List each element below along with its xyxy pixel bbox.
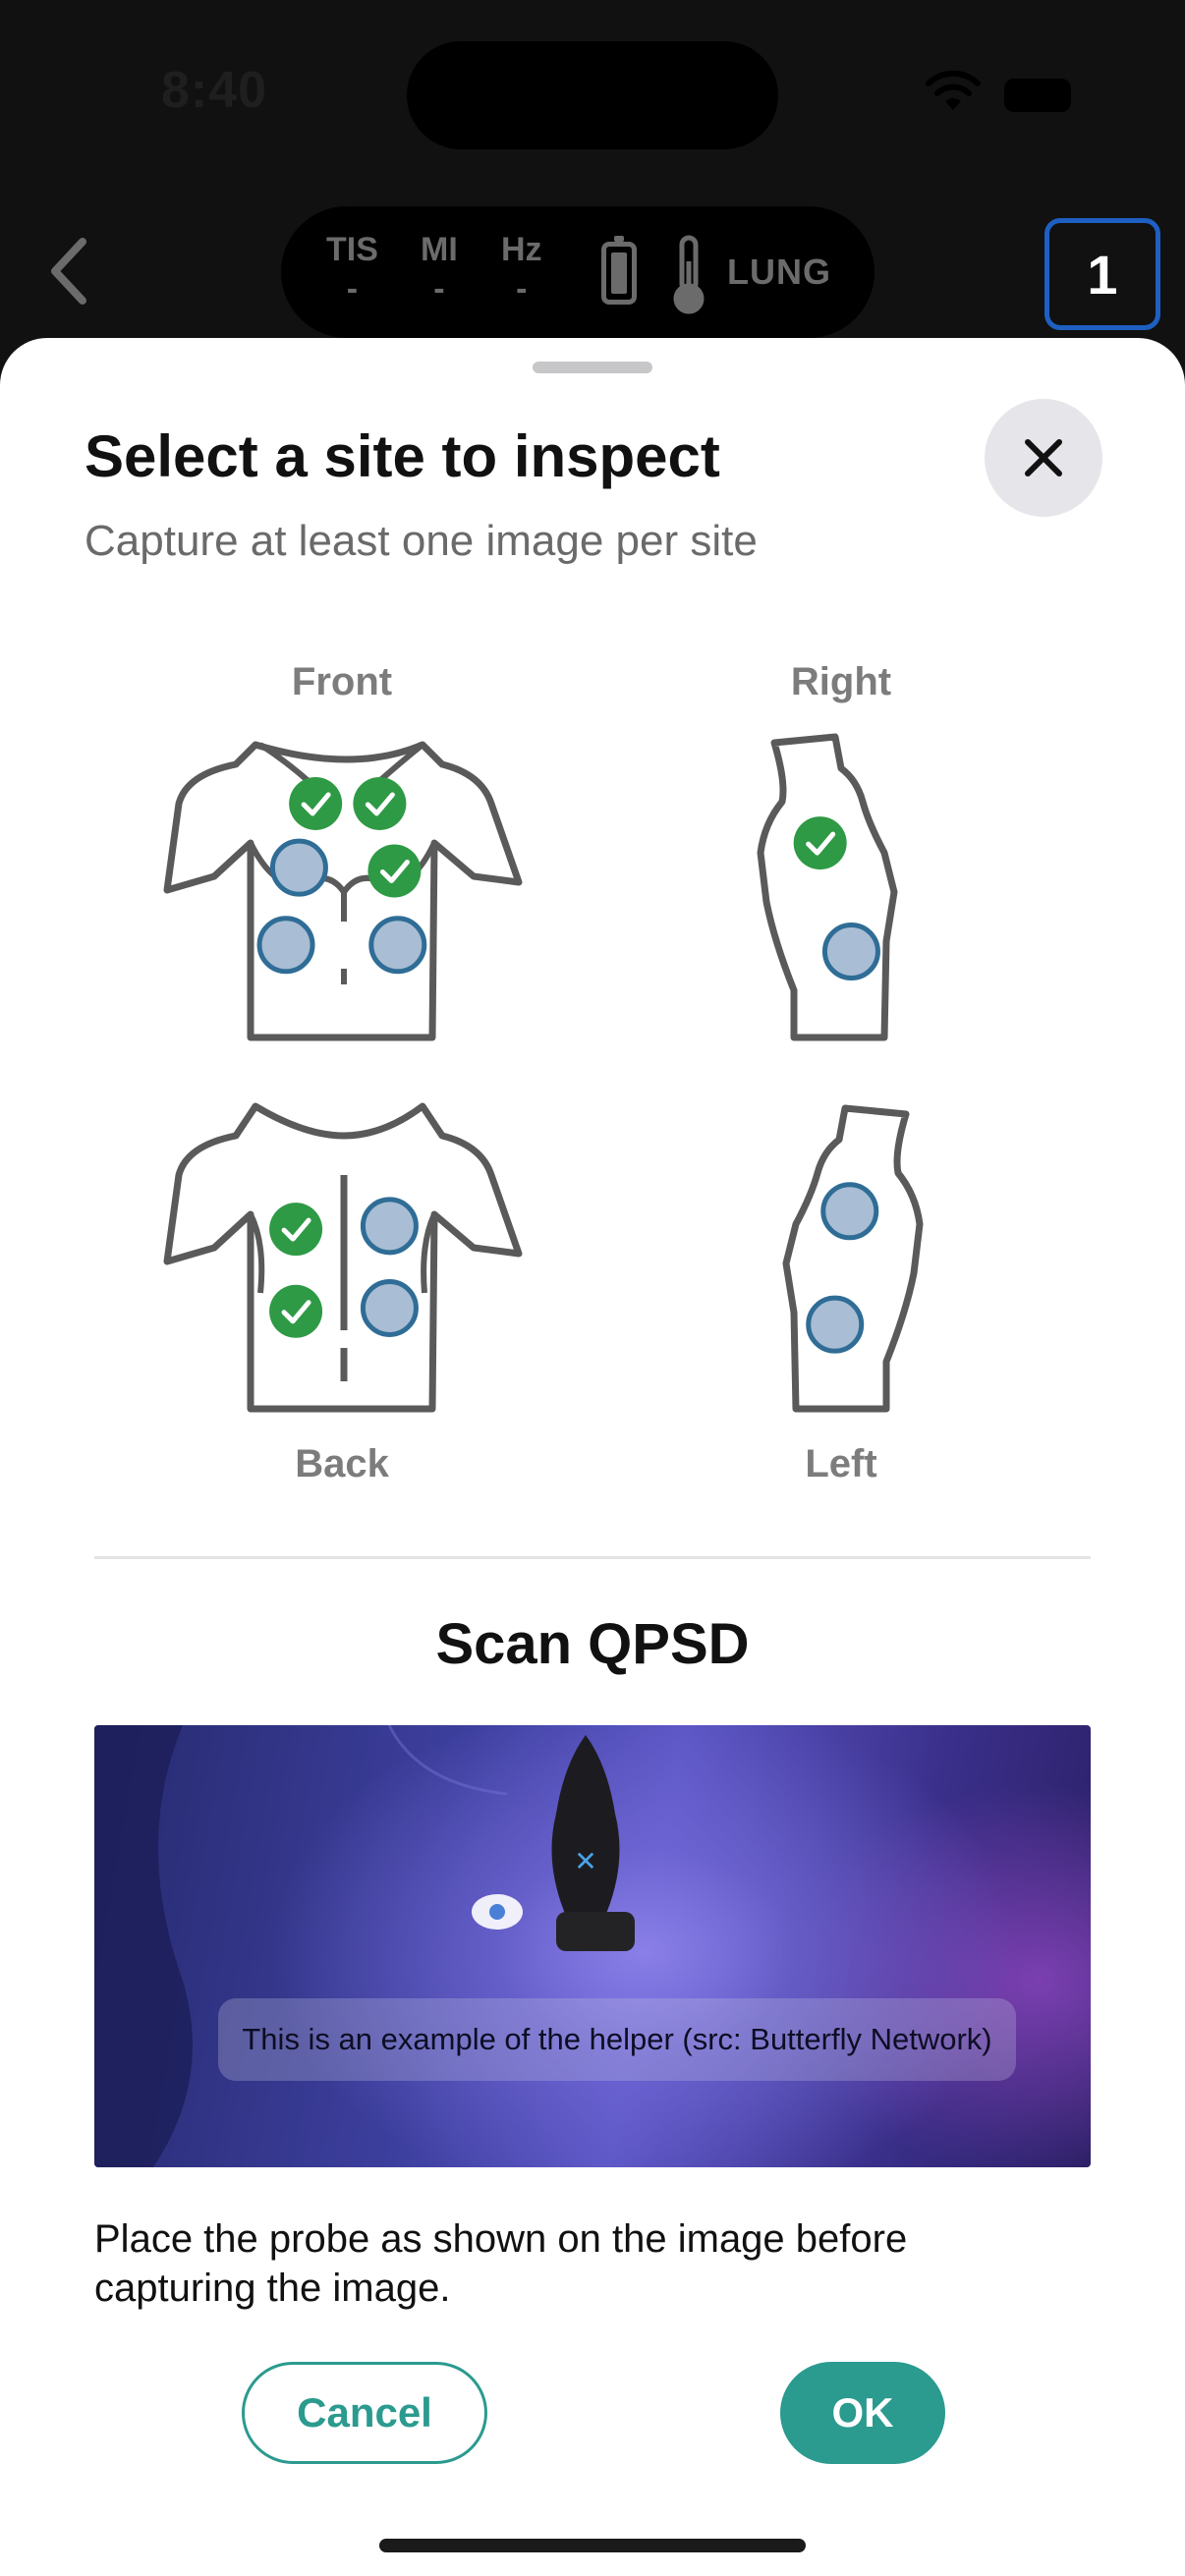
torso-back-diagram xyxy=(163,1102,523,1413)
battery-icon xyxy=(1004,79,1071,112)
close-button[interactable] xyxy=(985,399,1102,517)
site-pending-marker[interactable] xyxy=(269,838,328,897)
site-pending-marker[interactable] xyxy=(256,916,315,975)
site-pending-marker[interactable] xyxy=(806,1295,865,1354)
metrics-pill: TIS - MI - Hz - LUNG xyxy=(281,206,875,338)
torso-right-diagram xyxy=(757,733,898,1041)
metric-value: - xyxy=(516,270,528,308)
site-done-marker[interactable] xyxy=(269,1284,323,1338)
site-done-marker[interactable] xyxy=(289,776,343,830)
thermometer-icon xyxy=(673,235,705,314)
view-label-right: Right xyxy=(790,660,892,703)
sheet-subtitle: Capture at least one image per site xyxy=(85,517,758,565)
probe-illustration: ✕ xyxy=(94,1725,635,2167)
metric-mi: MI - xyxy=(421,230,458,308)
sheet-title: Select a site to inspect xyxy=(85,423,720,489)
view-label-left: Left xyxy=(805,1442,877,1485)
metric-label: Hz xyxy=(501,231,542,268)
site-pending-marker[interactable] xyxy=(360,1278,419,1337)
metric-label: MI xyxy=(421,231,458,268)
site-pending-marker[interactable] xyxy=(360,1197,419,1256)
wifi-icon xyxy=(926,70,981,110)
site-done-marker[interactable] xyxy=(793,816,847,870)
view-label-back: Back xyxy=(295,1442,389,1485)
helper-caption: This is an example of the helper (src: B… xyxy=(218,1998,1016,2081)
metric-value: - xyxy=(433,270,445,308)
ok-button[interactable]: OK xyxy=(780,2362,945,2464)
helper-image: ✕ This is an example of the helper (src:… xyxy=(94,1725,1091,2167)
dynamic-island xyxy=(407,41,778,149)
torso-left-diagram xyxy=(782,1104,924,1413)
svg-text:✕: ✕ xyxy=(574,1845,596,1877)
instruction-text: Place the probe as shown on the image be… xyxy=(94,2217,908,2310)
metric-tis: TIS - xyxy=(326,230,378,308)
metric-value: - xyxy=(346,270,359,308)
preset-label: LUNG xyxy=(727,252,831,292)
cancel-button[interactable]: Cancel xyxy=(242,2362,487,2464)
site-done-marker[interactable] xyxy=(367,844,422,898)
site-done-marker[interactable] xyxy=(269,1203,323,1257)
sheet-grabber[interactable] xyxy=(533,362,652,373)
status-time: 8:40 xyxy=(161,62,268,119)
back-chevron-icon[interactable] xyxy=(43,234,102,308)
view-label-front: Front xyxy=(291,660,393,703)
site-select-sheet: Select a site to inspect Capture at leas… xyxy=(0,338,1185,2576)
close-icon xyxy=(1025,439,1062,476)
site-pending-marker[interactable] xyxy=(368,916,427,975)
divider xyxy=(94,1556,1091,1559)
probe-battery-icon xyxy=(601,236,637,305)
site-pending-marker[interactable] xyxy=(820,1182,879,1241)
metric-label: TIS xyxy=(326,231,378,268)
torso-front-diagram xyxy=(163,741,523,1041)
image-count-button[interactable]: 1 xyxy=(1044,218,1160,330)
scan-title: Scan QPSD xyxy=(435,1612,750,1676)
site-done-marker[interactable] xyxy=(353,776,407,830)
home-indicator xyxy=(379,2539,806,2552)
site-pending-marker[interactable] xyxy=(821,922,880,980)
metric-hz: Hz - xyxy=(501,230,542,308)
